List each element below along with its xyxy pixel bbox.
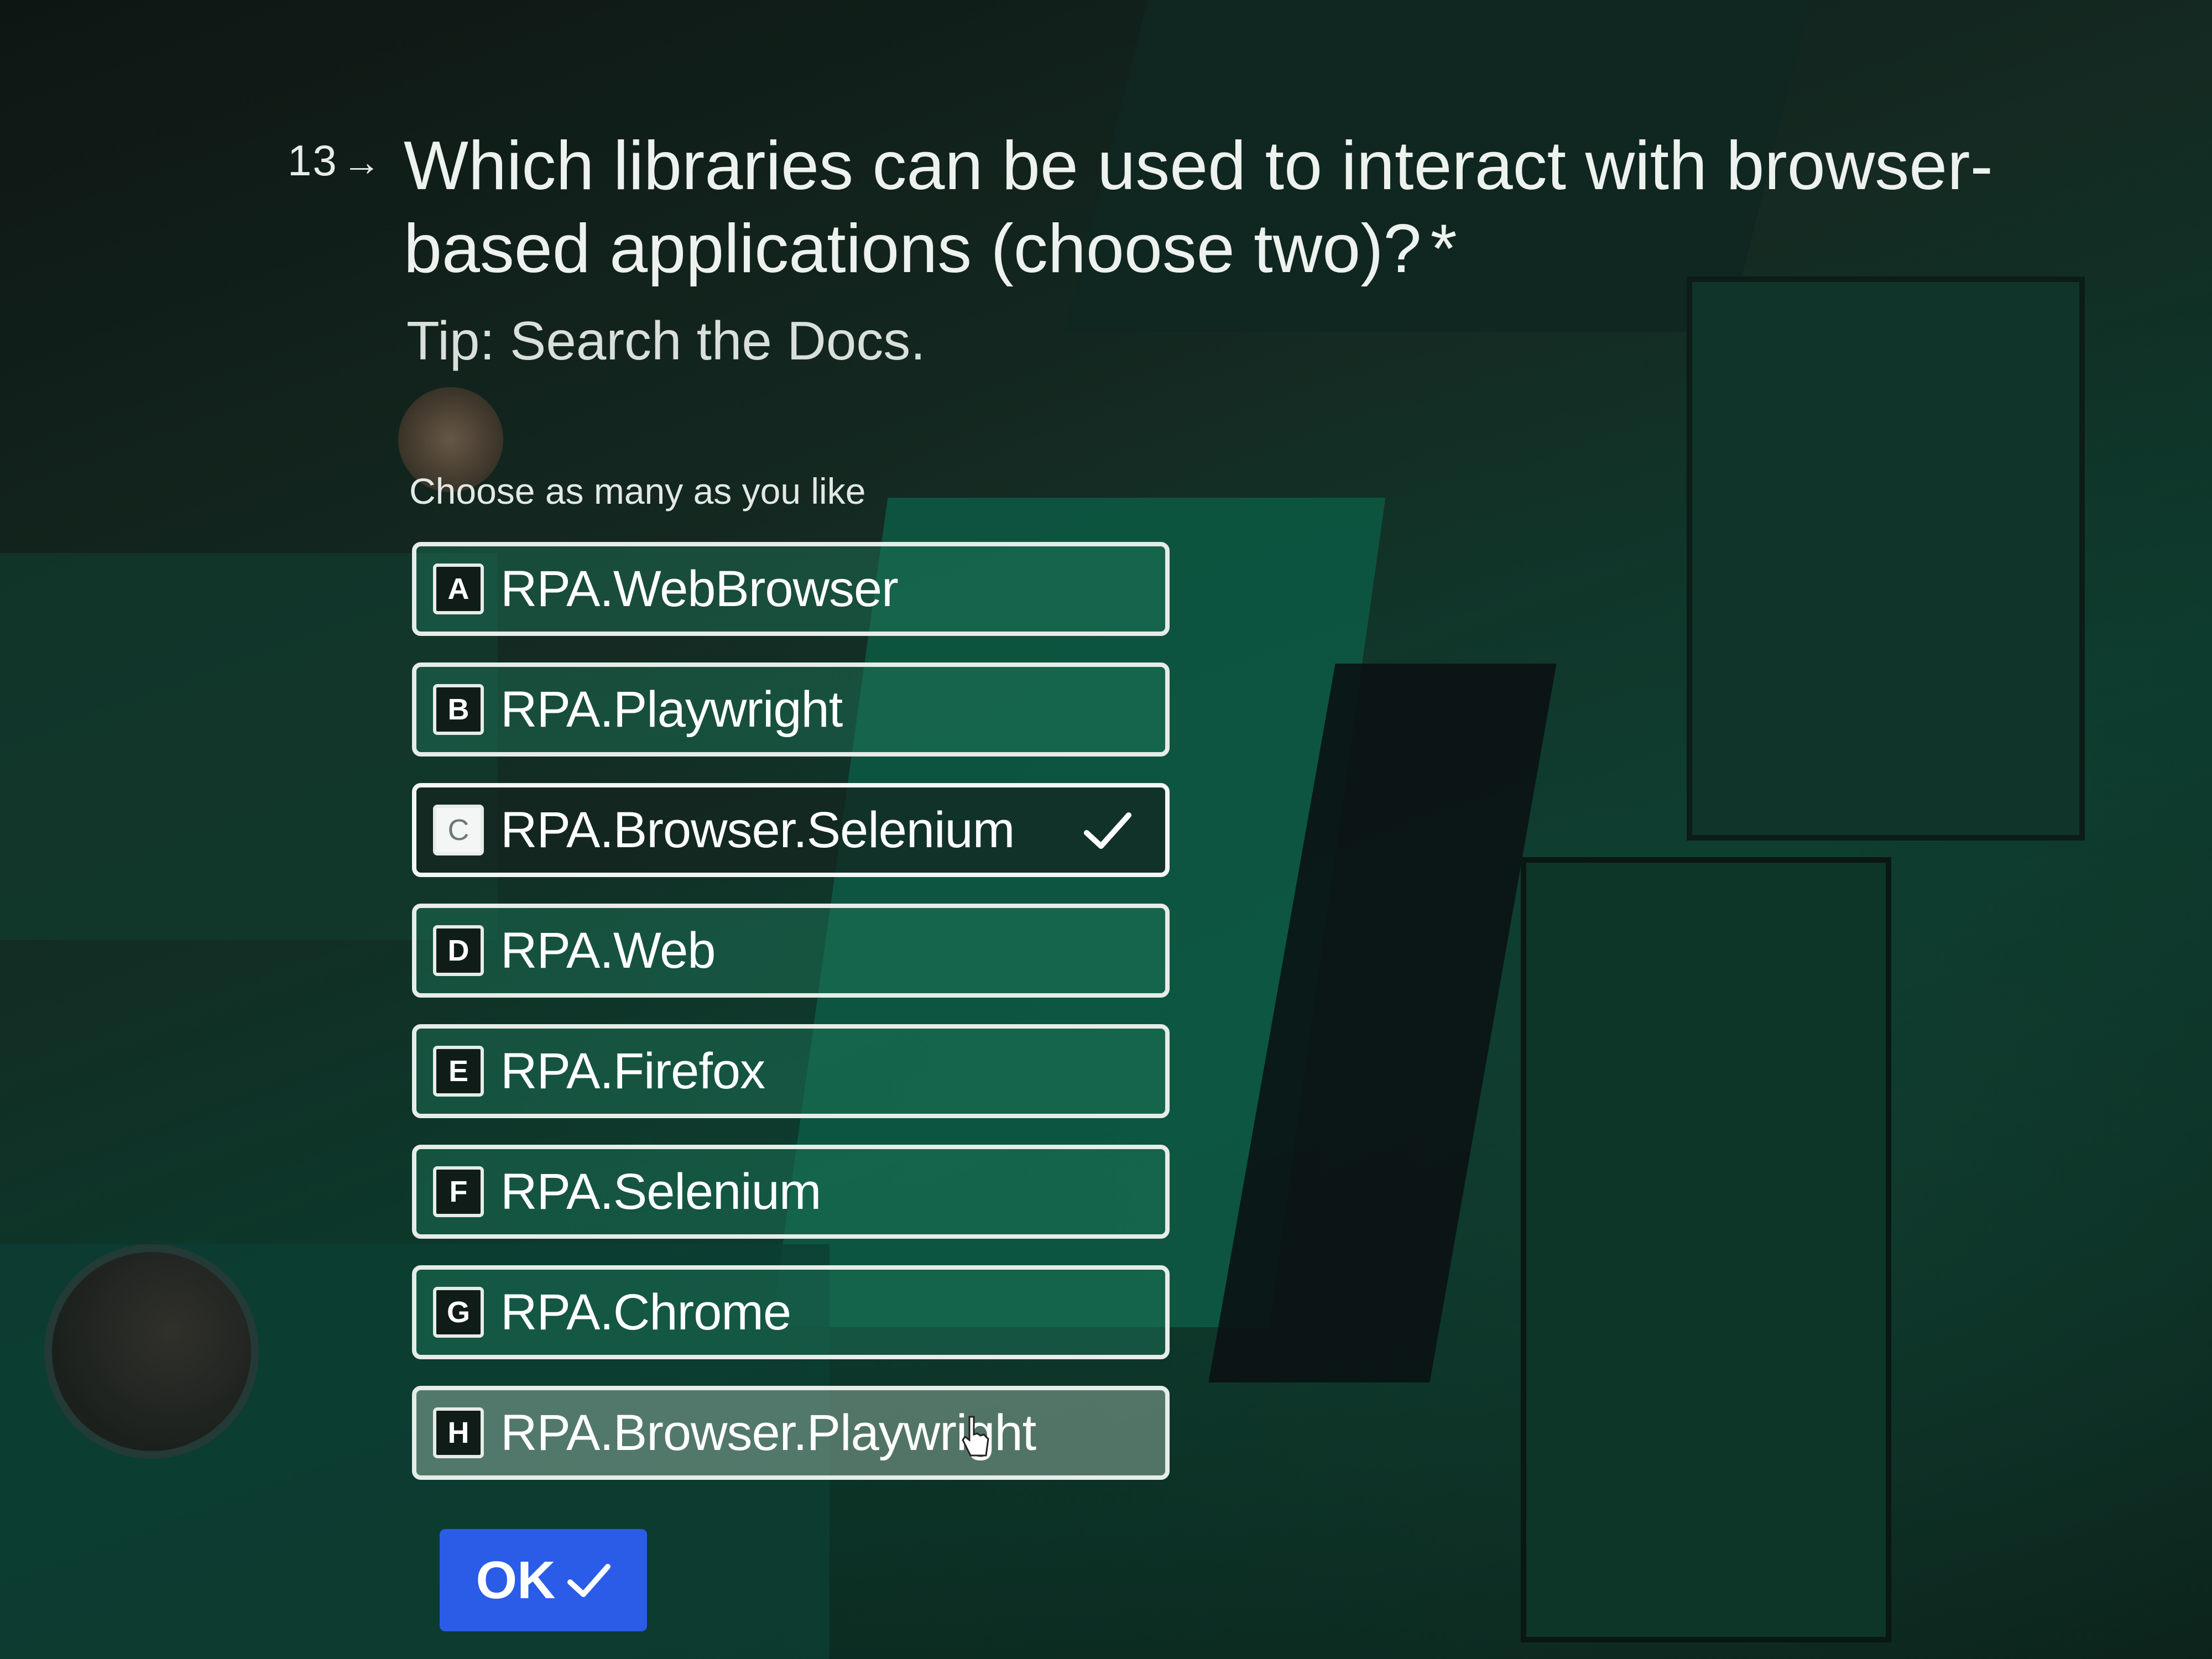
option-b[interactable]: B RPA.Playwright [412, 662, 1170, 757]
option-label: RPA.Web [500, 922, 716, 979]
required-marker: * [1430, 211, 1457, 287]
question-title: Which libraries can be used to interact … [404, 124, 2063, 290]
option-c[interactable]: C RPA.Browser.Selenium [412, 783, 1170, 877]
checkmark-icon [1084, 812, 1131, 849]
background-shape [1521, 857, 1891, 1642]
question-number: 13 → [288, 135, 382, 186]
hand-cursor-icon [962, 1416, 989, 1457]
question-number-value: 13 [288, 136, 338, 185]
option-f[interactable]: F RPA.Selenium [412, 1145, 1170, 1239]
option-label: RPA.Firefox [500, 1042, 765, 1099]
background-shape [1687, 276, 2085, 841]
option-key: C [433, 805, 484, 855]
option-d[interactable]: D RPA.Web [412, 904, 1170, 998]
question-tip: Tip: Search the Docs. [406, 310, 926, 371]
astronaut-illustration [44, 1244, 259, 1459]
arrow-right-icon: → [342, 140, 382, 184]
ok-button[interactable]: OK [440, 1529, 647, 1631]
option-label: RPA.Selenium [500, 1163, 821, 1220]
option-key: F [433, 1166, 484, 1217]
option-label: RPA.Browser.Selenium [500, 801, 1015, 858]
option-h[interactable]: H RPA.Browser.Playwright [412, 1386, 1170, 1480]
option-a[interactable]: A RPA.WebBrowser [412, 542, 1170, 636]
option-key: E [433, 1046, 484, 1097]
option-key: D [433, 925, 484, 976]
question-text: Which libraries can be used to interact … [404, 128, 1993, 287]
option-key: G [433, 1287, 484, 1338]
option-label: RPA.WebBrowser [500, 560, 899, 617]
ok-button-label: OK [476, 1550, 556, 1610]
option-label: RPA.Playwright [500, 681, 843, 738]
choose-hint: Choose as many as you like [409, 471, 866, 512]
option-label: RPA.Browser.Playwright [500, 1404, 1036, 1461]
option-key: B [433, 684, 484, 735]
option-g[interactable]: G RPA.Chrome [412, 1265, 1170, 1359]
option-key: A [433, 564, 484, 614]
checkmark-icon [567, 1563, 611, 1597]
option-label: RPA.Chrome [500, 1284, 791, 1340]
option-key: H [433, 1407, 484, 1458]
options-list: A RPA.WebBrowser B RPA.Playwright C RPA.… [412, 542, 1170, 1506]
option-e[interactable]: E RPA.Firefox [412, 1024, 1170, 1118]
